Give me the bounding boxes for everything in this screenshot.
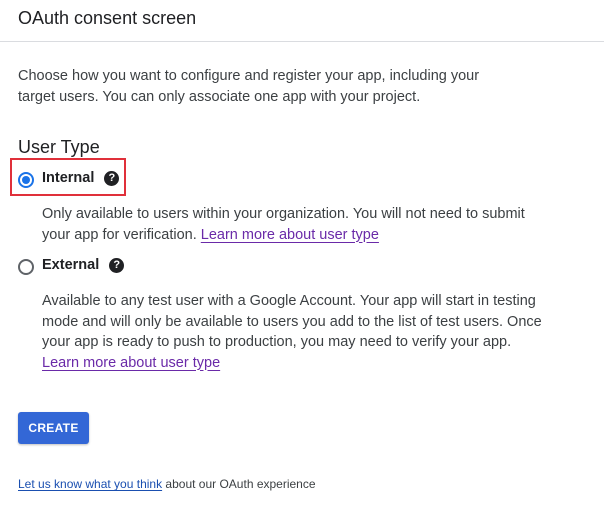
feedback-link[interactable]: Let us know what you think bbox=[18, 477, 162, 491]
learn-more-link-internal[interactable]: Learn more about user type bbox=[201, 227, 379, 243]
external-radio[interactable] bbox=[18, 258, 34, 275]
question-help-icon[interactable]: ? bbox=[104, 170, 120, 186]
external-description-text: Available to any test user with a Google… bbox=[42, 293, 542, 350]
feedback-text: about our OAuth experience bbox=[162, 477, 316, 491]
intro-text: Choose how you want to configure and reg… bbox=[18, 68, 480, 105]
external-description: Available to any test user with a Google… bbox=[42, 291, 542, 373]
internal-label: Internal bbox=[42, 170, 95, 186]
oauth-consent-page: OAuth consent screen Choose how you want… bbox=[0, 0, 604, 523]
learn-more-link-external[interactable]: Learn more about user type bbox=[42, 355, 220, 371]
internal-option[interactable]: Internal ? bbox=[18, 167, 120, 189]
user-type-heading: User Type bbox=[18, 137, 100, 157]
page-title: OAuth consent screen bbox=[18, 8, 197, 28]
page-header: OAuth consent screen bbox=[0, 0, 604, 42]
external-label: External bbox=[42, 257, 100, 273]
internal-description: Only available to users within your orga… bbox=[42, 204, 542, 245]
question-help-icon[interactable]: ? bbox=[109, 257, 125, 273]
feedback-line: Let us know what you think about our OAu… bbox=[18, 476, 316, 492]
create-button[interactable]: CREATE bbox=[18, 412, 89, 444]
external-option[interactable]: External ? bbox=[18, 254, 125, 276]
internal-radio[interactable] bbox=[18, 171, 34, 188]
